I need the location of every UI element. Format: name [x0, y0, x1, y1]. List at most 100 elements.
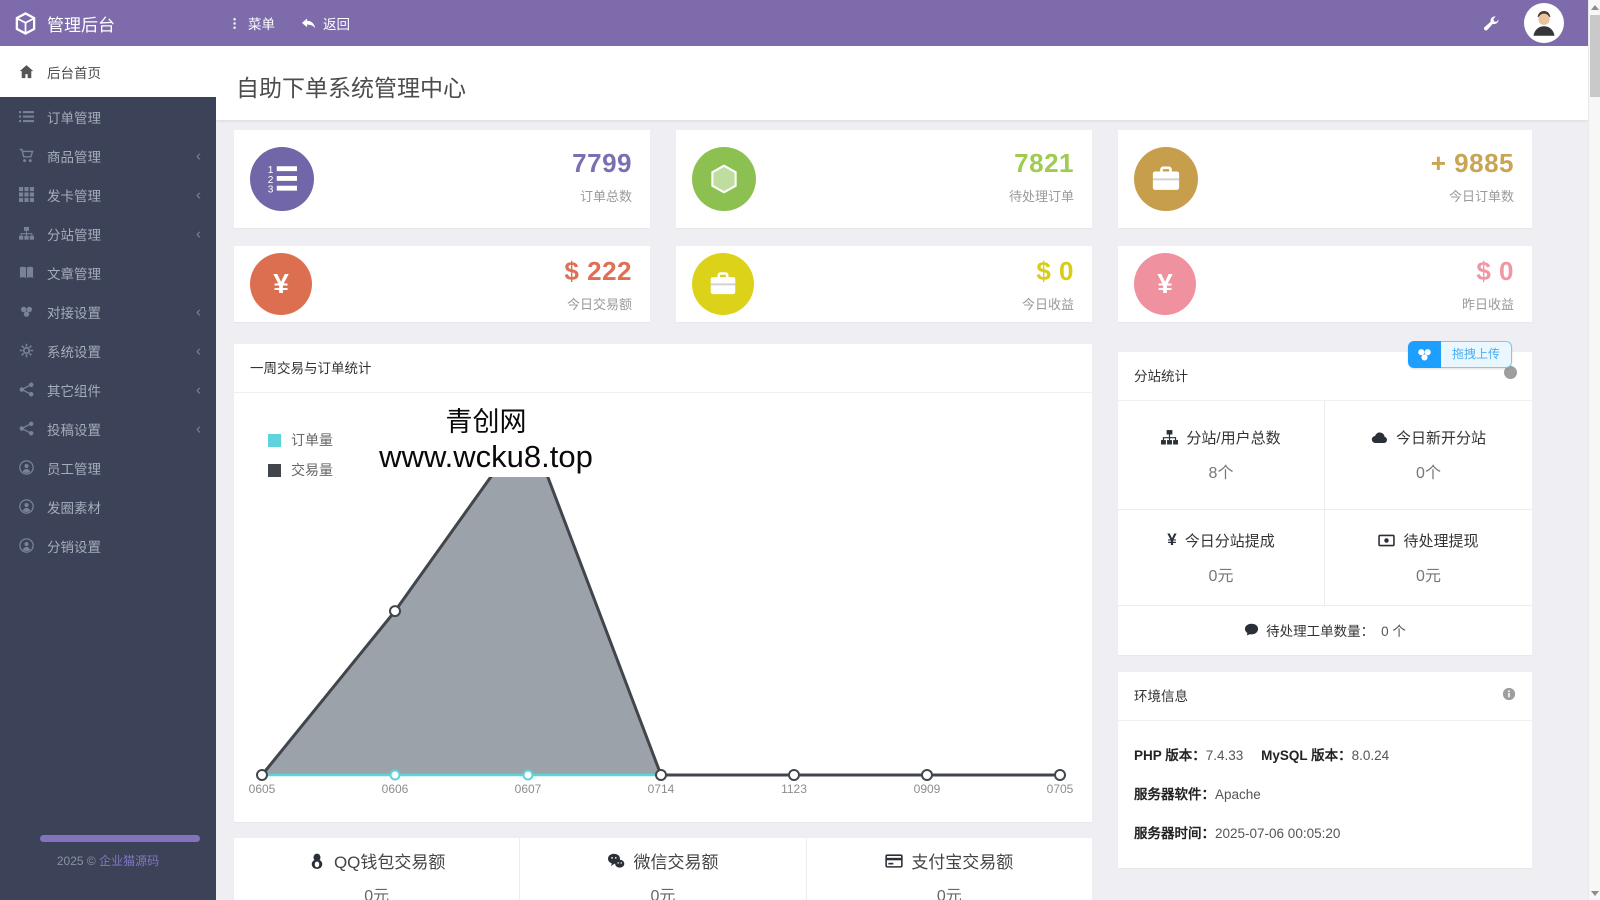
cloud-cluster-icon: [19, 304, 34, 319]
stat-card-today-volume: $ 222 今日交易额: [234, 246, 650, 322]
weekly-chart-panel: 一周交易与订单统计 0605060606070714112309090705 订…: [234, 344, 1092, 822]
page-title: 自助下单系统管理中心: [216, 46, 1588, 103]
substation-cell-value: 0个: [1416, 459, 1441, 483]
sidebar-item-components[interactable]: 其它组件: [0, 370, 216, 409]
sidebar-item-submissions[interactable]: 投稿设置: [0, 409, 216, 448]
watermark-overlay: 青创网 www.wcku8.top: [379, 400, 593, 475]
php-version-value: 7.4.33: [1206, 748, 1244, 763]
substation-cell-value: 8个: [1209, 459, 1234, 483]
user-circle-icon: [19, 499, 34, 514]
scrollbar-down-button[interactable]: [1589, 886, 1600, 900]
scrollbar-thumb[interactable]: [1590, 15, 1600, 97]
server-software-value: Apache: [1215, 787, 1261, 802]
environment-panel-title: 环境信息: [1134, 689, 1188, 704]
sidebar-item-cards[interactable]: 发卡管理: [0, 175, 216, 214]
substation-label-text: 待处理提现: [1403, 530, 1478, 551]
dots-vertical-icon: [228, 17, 241, 30]
stat-label: 待处理订单: [1009, 186, 1074, 205]
header-actions: [1483, 0, 1564, 46]
chart-canvas: 0605060606070714112309090705: [234, 394, 1092, 814]
sidebar-item-home[interactable]: 后台首页: [0, 46, 216, 97]
substation-grid: 分站/用户总数 8个 今日新开分站 0个 今日分站提成 0元 待处理提现 0元: [1118, 401, 1532, 606]
stat-card-today-profit: $ 0 今日收益: [676, 246, 1092, 322]
list-icon: [19, 109, 34, 124]
environment-panel-header: 环境信息: [1118, 672, 1532, 721]
sidebar-item-articles[interactable]: 文章管理: [0, 253, 216, 292]
svg-text:0606: 0606: [382, 782, 409, 796]
qq-icon: [308, 852, 326, 870]
stat-circle: [692, 253, 754, 315]
sidebar-item-system-settings[interactable]: 系统设置: [0, 331, 216, 370]
payment-value: 0元: [234, 882, 519, 900]
back-button[interactable]: 返回: [301, 13, 350, 33]
sidebar-item-distribution[interactable]: 分销设置: [0, 526, 216, 565]
legend-item-orders[interactable]: 订单量: [268, 430, 333, 450]
substation-label-text: 今日新开分站: [1396, 427, 1486, 448]
vendor-link[interactable]: 企业猫源码: [99, 854, 159, 868]
chevron-left-icon: [196, 148, 201, 163]
substation-cell-label: 分站/用户总数: [1161, 427, 1280, 448]
cube-logo-icon: [14, 12, 37, 35]
sidebar-decorative-bar: [40, 835, 200, 842]
substation-stats-panel: 拖拽上传 分站统计 分站/用户总数 8个 今日新开分站 0个 今日分站提成 0元: [1118, 352, 1532, 655]
chevron-left-icon: [196, 343, 201, 358]
cart-icon: [19, 148, 34, 163]
substation-cell-label: 今日新开分站: [1371, 427, 1486, 448]
sidebar-item-orders[interactable]: 订单管理: [0, 97, 216, 136]
stat-value: + 9885: [1431, 148, 1514, 179]
environment-row-software: 服务器软件：Apache: [1134, 783, 1516, 803]
briefcase-icon: [1151, 164, 1181, 194]
drag-upload-label: 拖拽上传: [1441, 341, 1512, 368]
sidebar-item-label: 发卡管理: [47, 185, 101, 205]
substation-cell-new-today: 今日新开分站 0个: [1325, 401, 1532, 510]
book-icon: [19, 265, 34, 280]
svg-text:0714: 0714: [648, 782, 675, 796]
menu-toggle-button[interactable]: 菜单: [228, 13, 275, 33]
svg-text:0607: 0607: [515, 782, 542, 796]
legend-item-trades[interactable]: 交易量: [268, 460, 333, 480]
menu-toggle-label: 菜单: [248, 13, 275, 33]
stat-circle: [692, 147, 756, 211]
payment-cell-wechat: 微信交易额 0元: [520, 838, 806, 900]
payment-label: QQ钱包交易额: [308, 848, 445, 873]
sidebar-item-staff[interactable]: 员工管理: [0, 448, 216, 487]
cloud-cluster-icon: [1408, 341, 1441, 368]
yen-icon: [1157, 270, 1173, 298]
payment-label-text: 支付宝交易额: [911, 848, 1013, 873]
sidebar-item-label: 后台首页: [47, 62, 101, 82]
payment-value: 0元: [520, 882, 805, 900]
svg-text:0605: 0605: [249, 782, 276, 796]
sidebar-item-label: 员工管理: [47, 458, 101, 478]
yen-icon: [1167, 530, 1176, 550]
mysql-version-value: 8.0.24: [1352, 748, 1390, 763]
stat-label: 订单总数: [580, 186, 632, 205]
top-header: 管理后台 菜单 返回: [0, 0, 1588, 46]
wrench-settings-icon[interactable]: [1483, 15, 1500, 32]
sidebar-item-label: 商品管理: [47, 146, 101, 166]
cloud-icon: [1371, 429, 1388, 446]
sidebar-item-substations[interactable]: 分站管理: [0, 214, 216, 253]
user-avatar[interactable]: [1524, 3, 1564, 43]
environment-row-versions: PHP 版本：7.4.33 MySQL 版本：8.0.24: [1134, 744, 1516, 764]
copyright-year: 2025 ©: [57, 854, 96, 868]
page-scrollbar[interactable]: [1588, 0, 1600, 900]
chevron-left-icon: [196, 187, 201, 202]
sidebar-item-products[interactable]: 商品管理: [0, 136, 216, 175]
substation-cell-label: 今日分站提成: [1167, 530, 1274, 551]
stat-card-total-orders: 7799 订单总数: [234, 130, 650, 228]
sidebar-item-moments-material[interactable]: 发圈素材: [0, 487, 216, 526]
area-chart: 0605060606070714112309090705 订单量 交易量 青创网…: [234, 394, 1092, 822]
app-logo[interactable]: 管理后台: [0, 0, 216, 46]
drag-upload-button[interactable]: 拖拽上传: [1408, 341, 1512, 368]
sidebar-item-label: 分站管理: [47, 224, 101, 244]
sidebar-item-label: 分销设置: [47, 536, 101, 556]
sidebar-item-integration[interactable]: 对接设置: [0, 292, 216, 331]
stat-label: 今日交易额: [567, 294, 632, 313]
payment-label-text: 微信交易额: [633, 848, 718, 873]
stat-circle: [1134, 147, 1198, 211]
substation-cell-value: 0元: [1416, 562, 1441, 586]
avatar-person-icon: [1529, 8, 1559, 38]
scrollbar-up-button[interactable]: [1589, 0, 1600, 14]
sidebar-item-label: 投稿设置: [47, 419, 101, 439]
stat-card-today-orders: + 9885 今日订单数: [1118, 130, 1532, 228]
